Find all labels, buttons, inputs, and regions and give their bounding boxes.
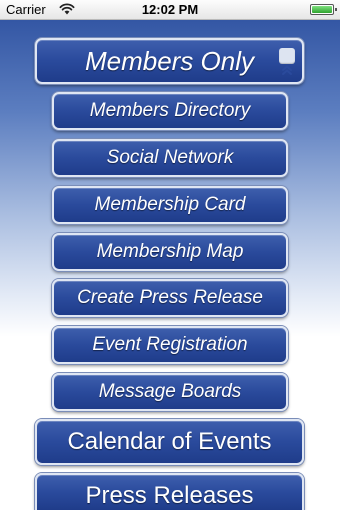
menu-item-membership-map[interactable]: Membership Map — [52, 233, 288, 271]
battery-level-fill — [312, 6, 332, 13]
status-time: 12:02 PM — [141, 2, 199, 17]
calendar-of-events-label: Calendar of Events — [67, 428, 272, 455]
menu-item-label: Event Registration — [92, 334, 248, 355]
menu-item-label: Members Directory — [89, 100, 251, 121]
members-only-label: Members Only — [84, 46, 255, 76]
menu-item-label: Membership Card — [94, 194, 246, 215]
menu-item-social-network[interactable]: Social Network — [52, 139, 288, 177]
battery-icon — [310, 4, 337, 15]
status-bar: Carrier 12:02 PM — [0, 0, 340, 20]
menu-item-message-boards[interactable]: Message Boards — [52, 373, 288, 411]
menu-item-label: Social Network — [106, 147, 234, 168]
menu-item-event-registration[interactable]: Event Registration — [52, 326, 288, 364]
menu-item-label: Membership Map — [96, 241, 244, 262]
chevron-double-up-icon[interactable] — [279, 48, 295, 75]
menu-item-label: Create Press Release — [77, 287, 263, 308]
menu-item-label: Message Boards — [98, 381, 242, 402]
menu-item-membership-card[interactable]: Membership Card — [52, 186, 288, 224]
press-releases-button[interactable]: Press Releases — [35, 473, 304, 510]
menu-item-create-press-release[interactable]: Create Press Release — [52, 279, 288, 317]
calendar-of-events-button[interactable]: Calendar of Events — [35, 419, 304, 465]
menu-item-members-directory[interactable]: Members Directory — [52, 92, 288, 130]
members-only-button[interactable]: Members Only — [35, 38, 304, 84]
press-releases-label: Press Releases — [85, 482, 254, 509]
